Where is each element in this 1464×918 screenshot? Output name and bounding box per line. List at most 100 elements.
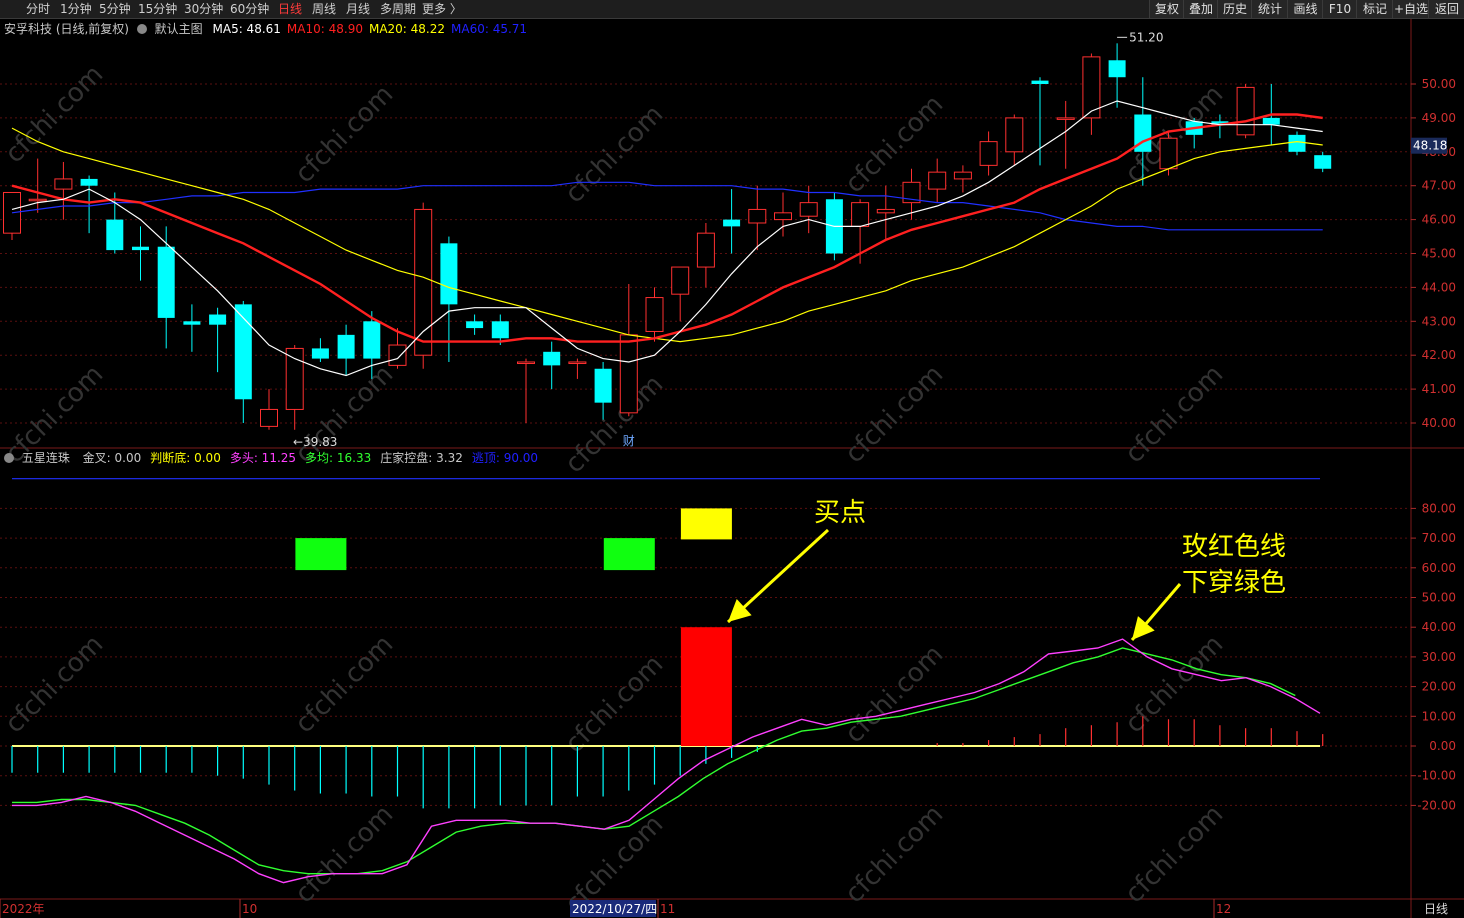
- toolbar-button-1[interactable]: 叠加: [1183, 0, 1218, 18]
- time-axis-label: 11: [660, 902, 675, 916]
- candle-body: [3, 191, 21, 234]
- candle-body: [594, 368, 612, 403]
- sub-tick-label: 50.00: [1422, 591, 1456, 605]
- high-price-label: 51.20: [1129, 30, 1163, 44]
- candle-body: [1288, 134, 1306, 152]
- sub-value-label-2: 多头: 11.25: [229, 451, 297, 465]
- period-tab-4[interactable]: 30分钟: [184, 1, 223, 17]
- toolbar-button-7[interactable]: +自选: [1392, 0, 1429, 18]
- sub-value-label-4: 庄家控盘: 3.32: [380, 451, 463, 465]
- main-info-line: 安孚科技 (日线,前复权) 默认主图 MA5: 48.61 MA10: 48.90…: [4, 21, 527, 37]
- candle-body: [774, 212, 792, 221]
- green-signal-block: [295, 538, 347, 571]
- price-tick-label: 45.00: [1422, 247, 1456, 261]
- candle-body: [1262, 117, 1280, 125]
- candle-body: [260, 408, 278, 427]
- stock-label: 安孚科技 (日线,前复权): [4, 22, 129, 36]
- candle-body: [209, 314, 227, 325]
- period-label: 日线: [1424, 902, 1448, 916]
- candle-body: [1314, 155, 1332, 169]
- time-axis-label: 10: [242, 902, 257, 916]
- chart-background: [0, 19, 1464, 918]
- candle-body: [414, 208, 433, 356]
- period-tab-1[interactable]: 1分钟: [60, 1, 92, 17]
- candle-body: [543, 351, 561, 366]
- event-marker: 财: [623, 434, 635, 448]
- period-tab-10[interactable]: 更多 〉: [422, 1, 462, 17]
- sub-tick-label: 30.00: [1422, 650, 1456, 664]
- period-tab-7[interactable]: 周线: [312, 1, 336, 17]
- period-tab-0[interactable]: 分时: [26, 1, 50, 17]
- price-tick-label: 40.00: [1422, 416, 1456, 430]
- period-tab-2[interactable]: 5分钟: [99, 1, 131, 17]
- candle-body: [285, 347, 304, 410]
- ma-label-3: MA60: 45.71: [451, 22, 528, 36]
- candle-body: [953, 171, 972, 180]
- candle-body: [183, 321, 201, 325]
- buy-point-bar: [680, 627, 732, 746]
- sub-tick-label: 0.00: [1429, 739, 1456, 753]
- chart-area[interactable]: 50.0049.0048.0047.0046.0045.0044.0043.00…: [0, 19, 1464, 918]
- cross-annotation-line1: 玫红色线: [1182, 532, 1287, 562]
- cursor-date-label: 2022/10/27/四: [572, 902, 657, 916]
- candle-body: [337, 334, 355, 359]
- toolbar-button-4[interactable]: 画线: [1287, 0, 1323, 18]
- toolbar-button-6[interactable]: 标记: [1356, 0, 1393, 18]
- toolbar-button-5[interactable]: F10: [1322, 0, 1357, 18]
- dropdown-icon[interactable]: [136, 24, 147, 34]
- toolbar-button-3[interactable]: 统计: [1251, 0, 1288, 18]
- price-tick-label: 43.00: [1422, 314, 1456, 328]
- dropdown-icon[interactable]: [4, 453, 14, 463]
- sub-tick-label: -20.00: [1417, 798, 1456, 812]
- sub-tick-label: 40.00: [1422, 620, 1456, 634]
- toolbar-button-0[interactable]: 复权: [1149, 0, 1184, 18]
- green-signal-block: [603, 538, 655, 571]
- candle-body: [517, 361, 535, 364]
- candle-body: [106, 219, 124, 251]
- candle-body: [645, 297, 664, 332]
- price-tick-label: 50.00: [1422, 77, 1456, 91]
- indicator-name[interactable]: 默认主图: [155, 22, 203, 36]
- price-tick-label: 46.00: [1422, 213, 1456, 227]
- time-axis-label: 2022年: [2, 902, 45, 916]
- candle-body: [671, 266, 690, 295]
- toolbar-button-8[interactable]: 返回: [1428, 0, 1464, 18]
- sub-tick-label: 60.00: [1422, 561, 1456, 575]
- sub-tick-label: 80.00: [1422, 501, 1456, 515]
- price-tick-label: 49.00: [1422, 111, 1456, 125]
- candle-body: [568, 361, 587, 364]
- candle-body: [491, 321, 509, 339]
- yellow-signal-block: [680, 508, 732, 540]
- sub-tick-label: 20.00: [1422, 680, 1456, 694]
- candle-body: [1159, 137, 1178, 170]
- candle-body: [1056, 117, 1075, 120]
- candle-body: [28, 198, 47, 202]
- price-tick-label: 42.00: [1422, 348, 1456, 362]
- period-toolbar: 分时 1分钟 5分钟 15分钟 30分钟 60分钟 日线 周线 月线 多周期 更多 〉 复权 叠加 历史…: [0, 0, 1464, 19]
- ma-label-0: MA5: 48.61: [212, 22, 281, 36]
- sub-value-label-1: 判断底: 0.00: [150, 451, 221, 465]
- sub-value-label-3: 多均: 16.33: [305, 451, 372, 465]
- sub-indicator-name[interactable]: 五星连珠: [22, 451, 70, 465]
- period-tab-3[interactable]: 15分钟: [138, 1, 177, 17]
- candle-body: [851, 202, 870, 227]
- sub-value-label-5: 逃顶: 90.00: [471, 451, 539, 465]
- price-tick-label: 44.00: [1422, 280, 1456, 294]
- sub-tick-label: -10.00: [1417, 769, 1456, 783]
- period-tab-5[interactable]: 60分钟: [230, 1, 269, 17]
- period-tab-9[interactable]: 多周期: [380, 1, 416, 17]
- price-tick-label: 41.00: [1422, 382, 1456, 396]
- current-price-label: 48.18: [1413, 139, 1447, 153]
- candle-body: [723, 219, 741, 227]
- sub-value-label-0: 金叉: 0.00: [82, 451, 142, 465]
- period-tab-8[interactable]: 月线: [346, 1, 370, 17]
- candle-body: [54, 178, 73, 190]
- candle-body: [363, 321, 381, 359]
- candle-body: [799, 202, 818, 217]
- candle-body: [619, 334, 638, 414]
- candle-body: [157, 246, 175, 318]
- toolbar-button-2[interactable]: 历史: [1217, 0, 1252, 18]
- buy-point-annotation: 买点: [814, 498, 867, 528]
- period-tab-6[interactable]: 日线: [278, 1, 302, 17]
- time-axis-label: 12: [1216, 902, 1231, 916]
